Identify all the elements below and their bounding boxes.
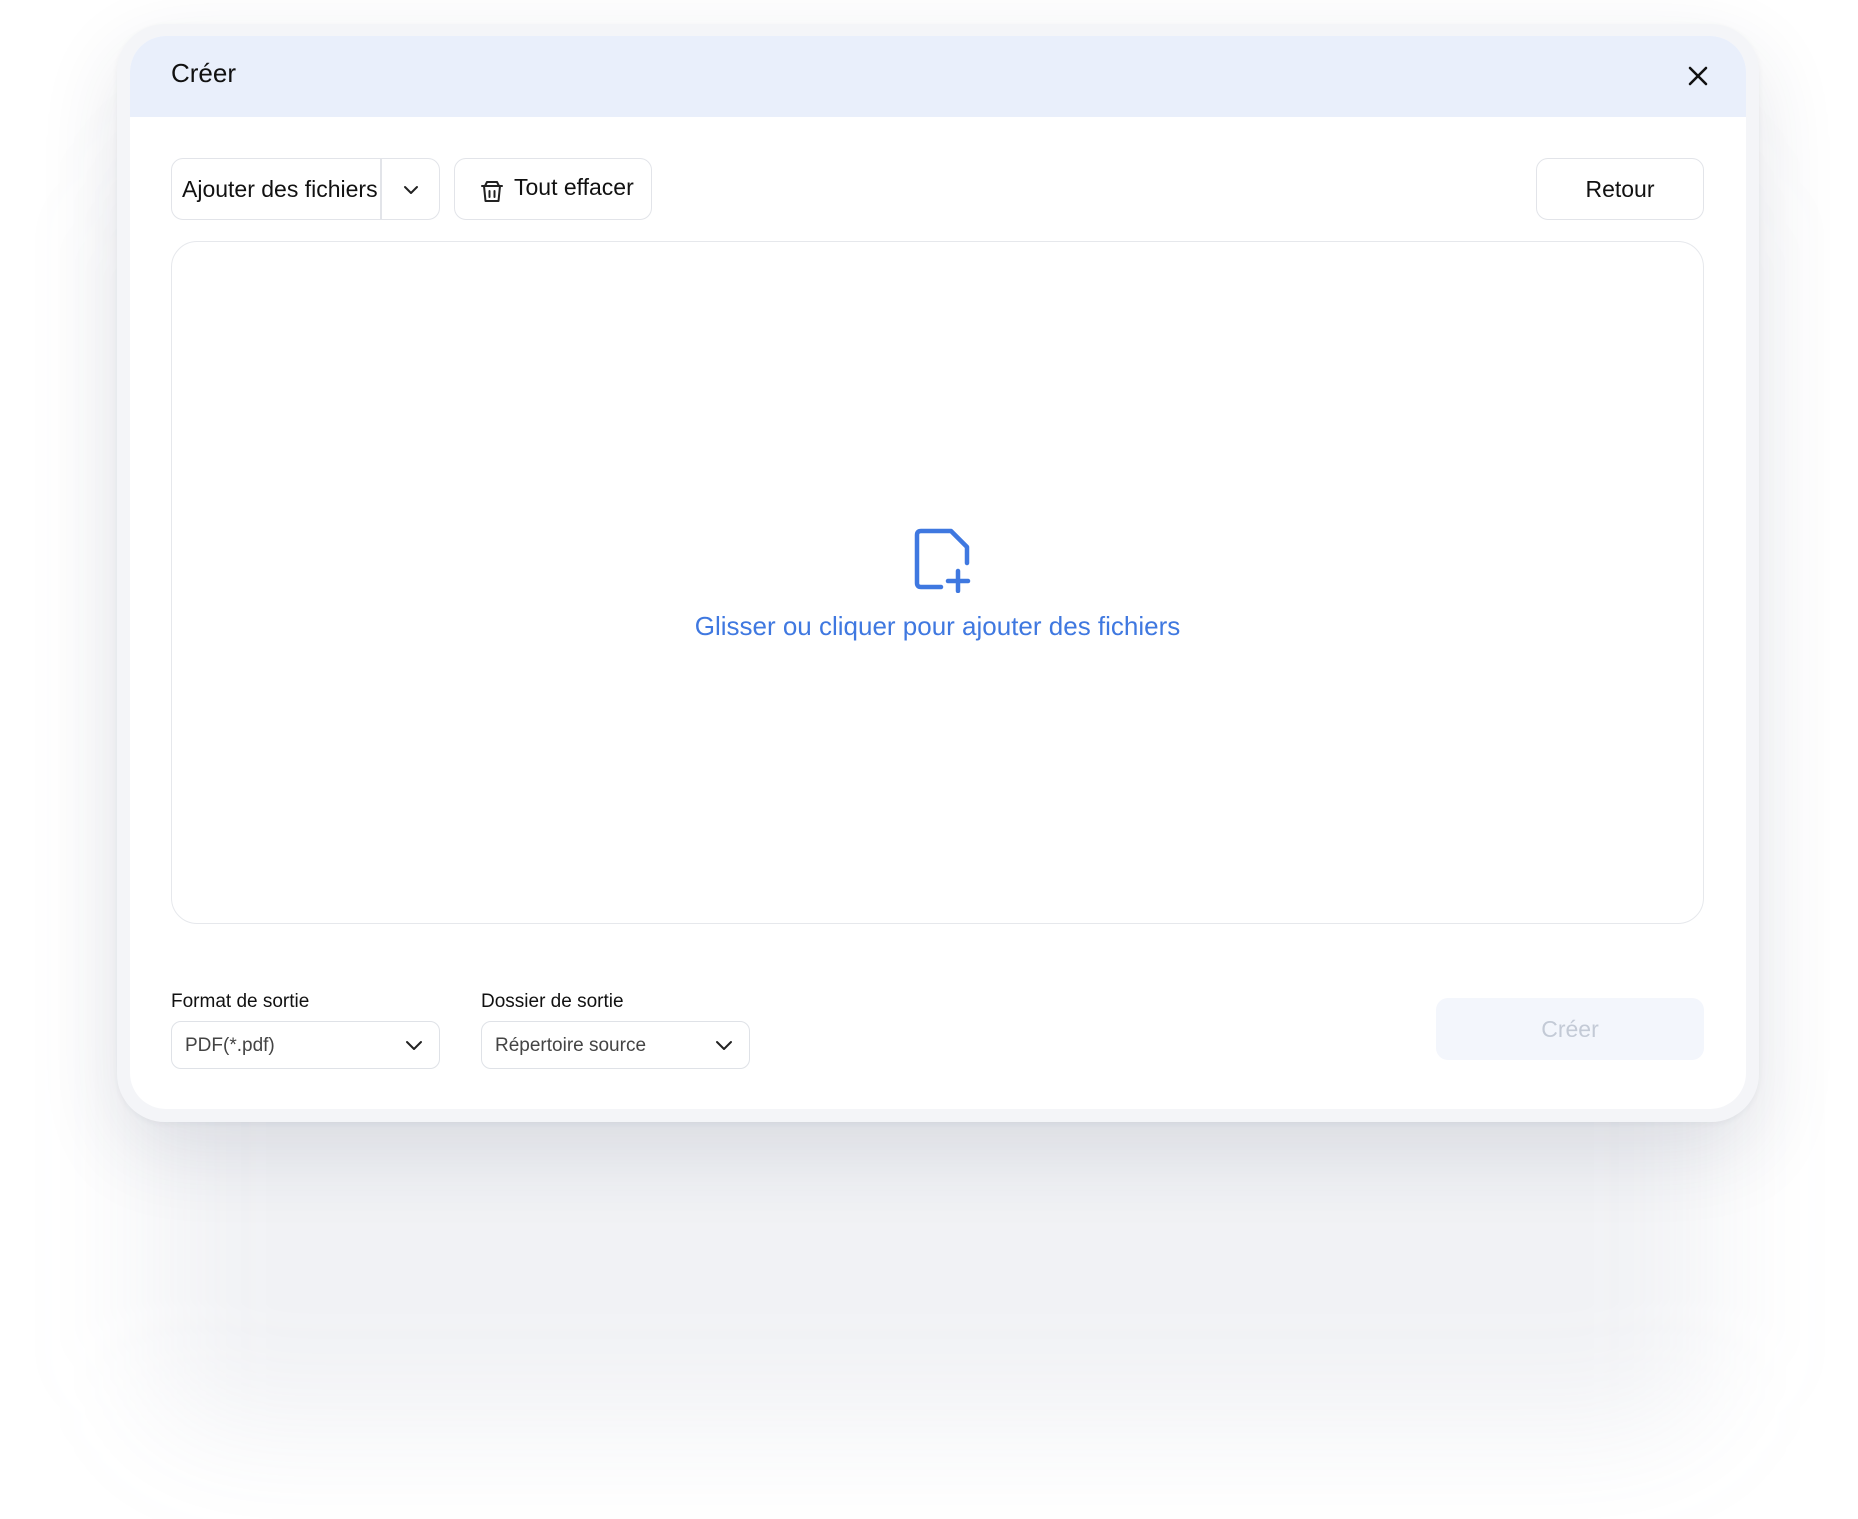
clear-all-label: Tout effacer	[514, 174, 634, 200]
close-icon	[1688, 66, 1708, 86]
trash-basket-icon	[481, 181, 503, 202]
output-folder-value: Répertoire source	[495, 1035, 647, 1056]
dialog-title: Créer	[171, 58, 237, 88]
create-dialog: Créer Ajouter des fichiers Tout effacer …	[130, 36, 1746, 1109]
chevron-down-icon[interactable]	[398, 177, 424, 203]
output-format-select[interactable]: PDF(*.pdf)	[171, 1021, 440, 1069]
chevron-down-icon	[406, 1041, 422, 1050]
back-button[interactable]: Retour	[1536, 158, 1704, 220]
output-format-label: Format de sortie	[171, 991, 310, 1012]
split-divider	[380, 159, 382, 219]
clear-all-button[interactable]: Tout effacer	[454, 158, 652, 220]
chevron-down-icon	[716, 1041, 732, 1050]
create-button[interactable]: Créer	[1436, 998, 1704, 1060]
output-folder-select[interactable]: Répertoire source	[481, 1021, 750, 1069]
output-folder-label: Dossier de sortie	[481, 991, 624, 1012]
dropzone-text: Glisser ou cliquer pour ajouter des fich…	[694, 611, 1181, 641]
file-add-icon	[914, 528, 971, 593]
add-files-button[interactable]: Ajouter des fichiers	[171, 158, 440, 220]
dialog-titlebar: Créer	[130, 36, 1746, 117]
close-button[interactable]	[1678, 56, 1718, 96]
stage: Créer Ajouter des fichiers Tout effacer …	[0, 0, 1858, 1519]
output-format-value: PDF(*.pdf)	[185, 1035, 275, 1056]
add-files-label: Ajouter des fichiers	[182, 175, 378, 202]
file-dropzone[interactable]: Glisser ou cliquer pour ajouter des fich…	[171, 241, 1704, 924]
